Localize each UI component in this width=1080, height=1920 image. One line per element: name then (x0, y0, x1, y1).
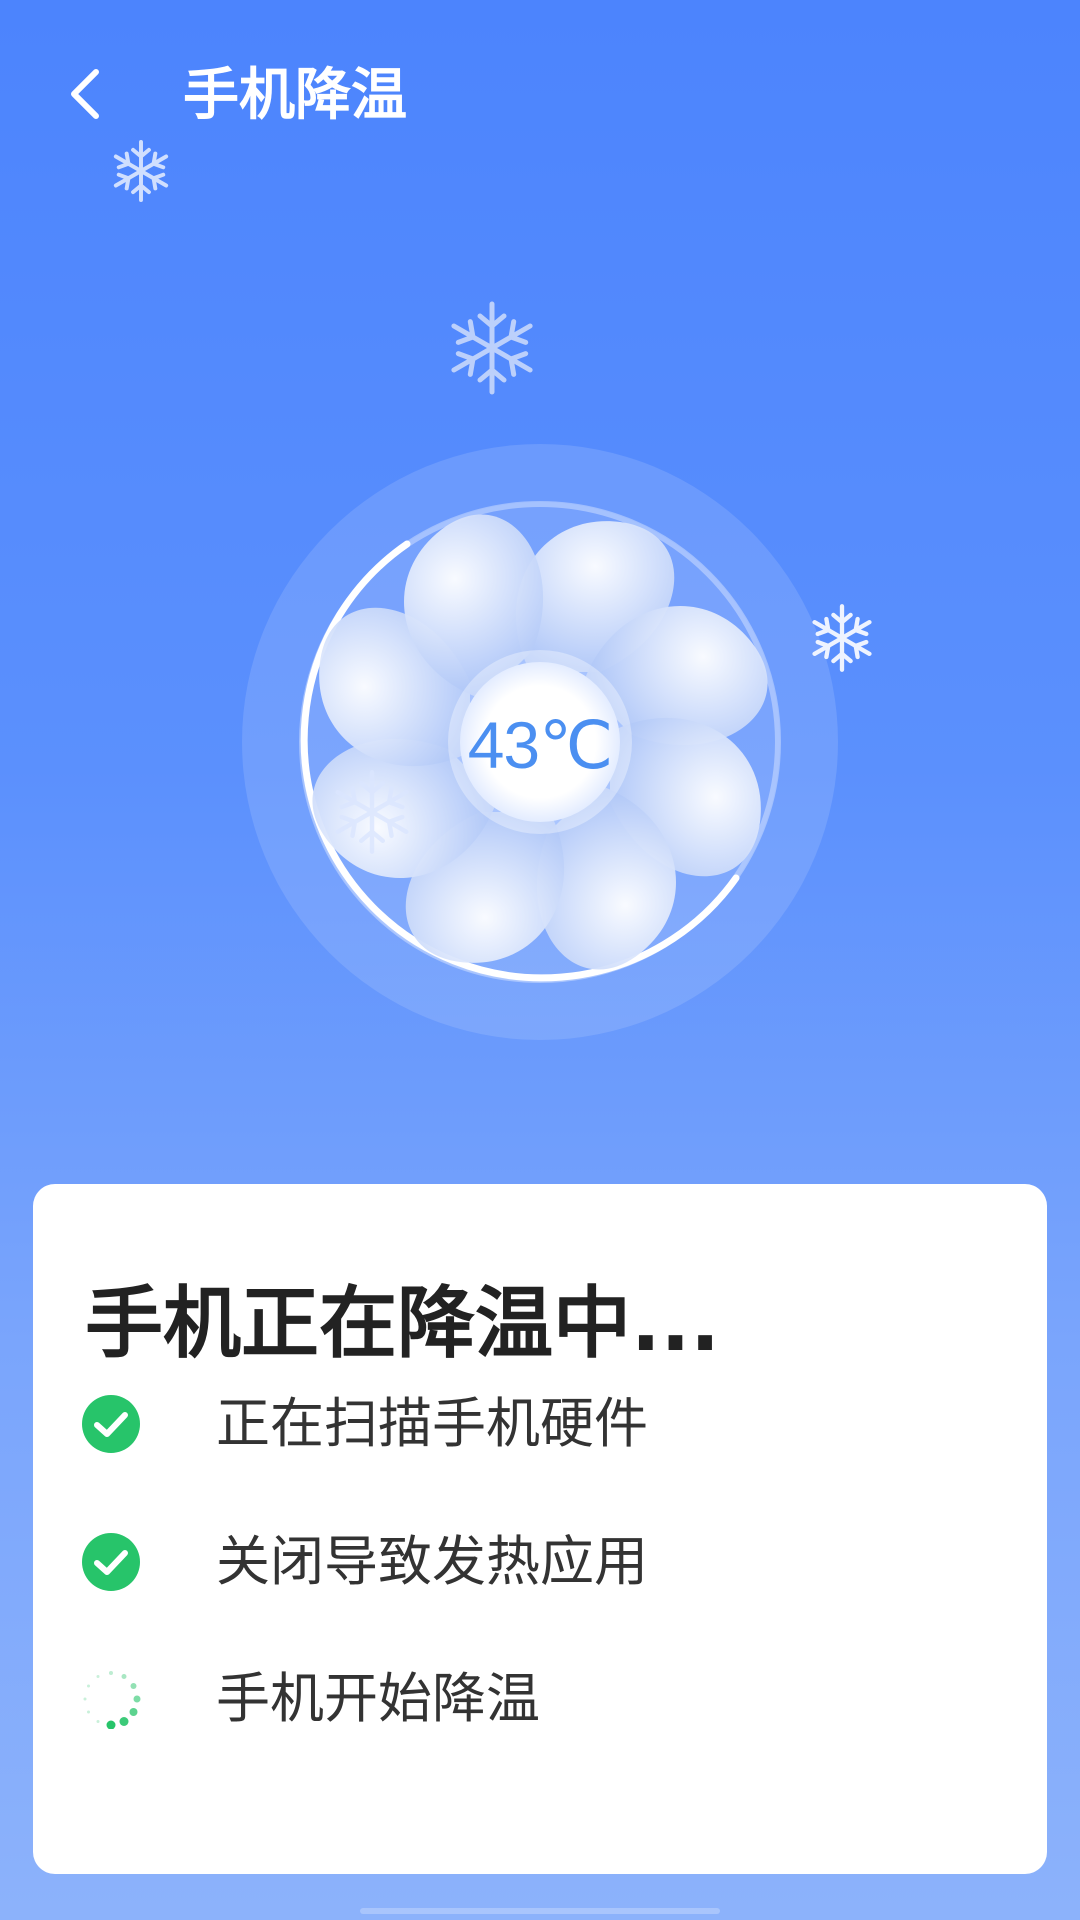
step-label: 正在扫描手机硬件 (216, 1392, 648, 1455)
check-circle-icon (82, 1395, 140, 1453)
status-card: 手机正在降温中... 正在扫描手机硬件 关闭导致发热应用 手机开始降温 (33, 1184, 1047, 1874)
cooling-screen: 手机降温 43℃ 手机正在降温中... 正在扫描手机硬件 关闭导致发热应用 手机… (0, 0, 1080, 1920)
temperature-value: 43℃ (467, 708, 614, 782)
fan-icon (242, 444, 838, 1040)
step-item: 正在扫描手机硬件 (81, 1384, 981, 1464)
step-label: 手机开始降温 (216, 1667, 540, 1730)
check-circle-icon (82, 1533, 140, 1591)
loading-spinner-icon (83, 1671, 141, 1729)
status-heading: 手机正在降温中... (85, 1279, 720, 1369)
step-item: 手机开始降温 (81, 1659, 981, 1739)
step-item: 关闭导致发热应用 (81, 1522, 981, 1602)
fan-area: 43℃ (0, 0, 1080, 1100)
step-label: 关闭导致发热应用 (216, 1530, 648, 1593)
home-indicator[interactable] (360, 1908, 720, 1914)
